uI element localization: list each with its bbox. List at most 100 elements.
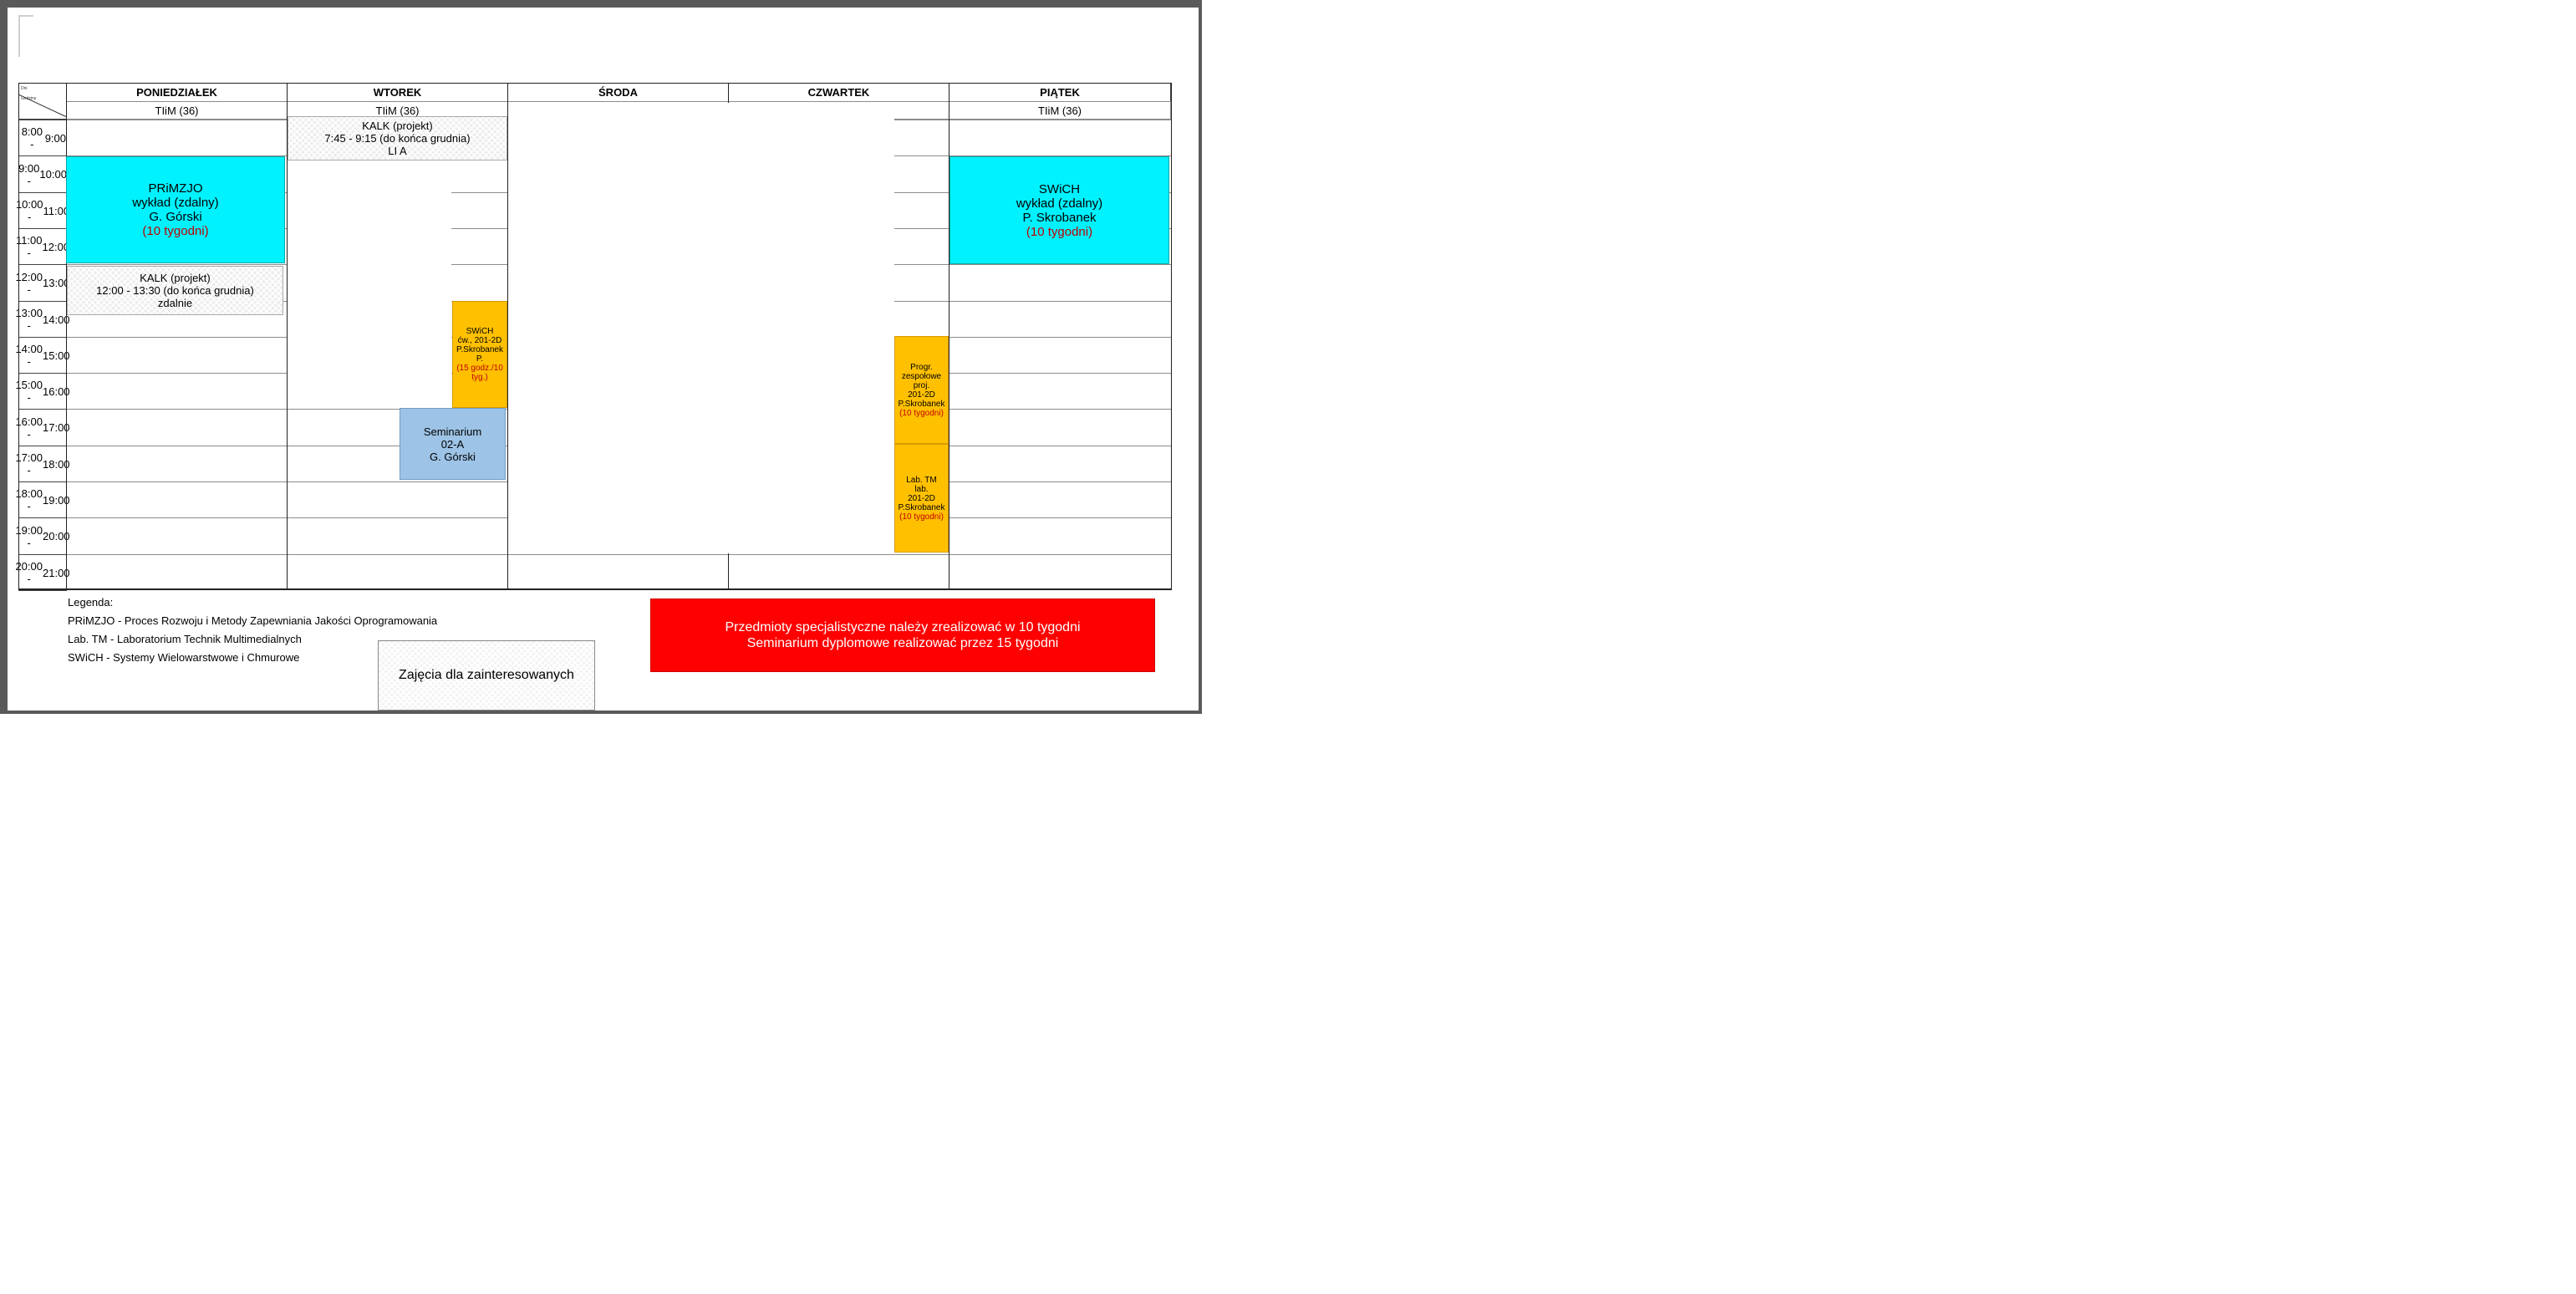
event-swich-lecture[interactable]: SWiCH wykład (zdalny) P. Skrobanek (10 t… — [949, 156, 1169, 264]
group-label-monday: TIiM (36) — [66, 101, 288, 120]
event-duration: (10 tygodni) — [1026, 224, 1093, 239]
event-title: Lab. TM — [906, 475, 937, 485]
event-type: lab. — [914, 484, 929, 494]
event-duration: (10 tygodni) — [899, 408, 944, 418]
event-teacher: G. Górski — [149, 210, 202, 224]
frame-top — [18, 83, 1172, 84]
frame-right — [1171, 83, 1172, 590]
time-slot-text: 14:00 - — [15, 343, 43, 368]
event-title: SWiCH — [466, 327, 494, 336]
event-room: zdalnie — [157, 297, 193, 309]
event-duration: (10 tygodni) — [142, 224, 209, 238]
time-slot-text: 12:00 - — [15, 270, 43, 296]
legend-interest-box: Zajęcia dla zainteresowanych — [378, 640, 595, 711]
time-slot-label: 14:00 -15:00 — [15, 337, 70, 374]
event-duration-cont: tyg.) — [471, 373, 488, 382]
event-room: 201-2D — [908, 493, 935, 503]
event-title-cont: zespołowe — [901, 371, 942, 381]
day-header-thursday: CZWARTEK — [728, 83, 949, 102]
event-teacher: P. Skrobanek — [1022, 210, 1097, 225]
time-slot-label: 20:00 -21:00 — [15, 554, 70, 591]
time-slot-text: 19:00 - — [15, 523, 43, 549]
time-slot-text-end: 9:00 — [44, 131, 66, 145]
event-type: wykład (zdalny) — [132, 196, 219, 210]
legend-item-swich: SWiCH - Systemy Wielowarstwowe i Chmurow… — [68, 651, 300, 664]
viewer-left-border — [0, 0, 8, 714]
event-duration: (10 tygodni) — [899, 512, 944, 522]
notice-box: Przedmioty specjalistyczne należy zreali… — [650, 599, 1155, 672]
time-slot-text: 11:00 - — [15, 234, 43, 259]
viewer-right-border — [1199, 0, 1202, 714]
time-slot-label: 8:00 -9:00 — [18, 120, 67, 156]
time-slot-label: 11:00 -12:00 — [15, 228, 69, 265]
event-room: LI A — [388, 145, 407, 157]
blank-area-wednesday — [508, 103, 894, 553]
corner-hours-label: Godziny — [21, 96, 37, 101]
event-primzjo-lecture[interactable]: PRiMZJO wykład (zdalny) G. Górski (10 ty… — [66, 156, 285, 263]
corner-header: Dni Godziny — [18, 83, 67, 120]
time-slot-text: 16:00 - — [15, 415, 43, 441]
corner-days-label: Dni — [21, 86, 28, 91]
page-margin-mark-horizontal — [18, 15, 33, 17]
day-header-friday: PIĄTEK — [949, 83, 1171, 102]
event-room: ćw., 201-2D — [457, 336, 502, 345]
event-title: PRiMZJO — [148, 181, 203, 196]
event-time: 7:45 - 9:15 (do końca grudnia) — [324, 132, 471, 145]
time-slot-text: 8:00 - — [21, 125, 43, 150]
blank-area-tuesday — [288, 160, 451, 408]
event-seminar[interactable]: Seminarium 02-A G. Górski — [400, 408, 506, 480]
time-slot-text: 10:00 - — [15, 198, 43, 223]
event-type: proj. — [913, 380, 930, 390]
event-team-programming[interactable]: Progr. zespołowe proj. 201-2D P.Skrobane… — [894, 336, 949, 444]
event-time: 12:00 - 13:30 (do końca grudnia) — [96, 284, 254, 297]
time-slot-text: 15:00 - — [15, 379, 43, 404]
event-room: 02-A — [440, 437, 465, 451]
day-header-monday: PONIEDZIAŁEK — [66, 83, 288, 102]
day-header-tuesday: WTOREK — [287, 83, 508, 102]
event-title: Seminarium — [423, 425, 482, 438]
notice-line-2: Seminarium dyplomowe realizować przez 15… — [746, 636, 1059, 650]
grid-row-line — [67, 554, 1171, 555]
event-swich-exercise[interactable]: SWiCH ćw., 201-2D P.Skrobanek P. (15 god… — [452, 301, 507, 408]
legend-item-labtm: Lab. TM - Laboratorium Technik Multimedi… — [68, 633, 302, 645]
page-margin-mark — [18, 15, 20, 57]
event-type: wykład (zdalny) — [1016, 196, 1103, 211]
notice-line-1: Przedmioty specjalistyczne należy zreali… — [725, 620, 1081, 634]
time-slot-text: 20:00 - — [15, 560, 43, 585]
time-slot-text-end: 10:00 — [39, 168, 67, 181]
viewer-top-border — [0, 0, 1200, 8]
event-room: 201-2D — [908, 390, 935, 400]
event-title: SWiCH — [1038, 181, 1081, 196]
event-title: KALK (projekt) — [140, 272, 211, 284]
event-teacher: P.Skrobanek — [898, 399, 945, 409]
viewer-bottom-border — [0, 711, 1202, 714]
event-teacher: G. Górski — [430, 450, 476, 463]
time-slot-label: 18:00 -19:00 — [15, 481, 70, 518]
event-teacher: P.Skrobanek — [456, 345, 503, 354]
time-slot-text: 9:00 - — [18, 161, 40, 187]
day-header-wednesday: ŚRODA — [507, 83, 729, 102]
frame-bottom — [18, 588, 1172, 590]
time-slot-text: 18:00 - — [15, 487, 43, 512]
time-slot-label: 9:00 -10:00 — [18, 155, 67, 193]
time-slot-label: 10:00 -11:00 — [15, 192, 69, 229]
time-slot-label: 12:00 -13:00 — [15, 264, 70, 302]
event-title: Progr. — [910, 362, 933, 372]
event-title: KALK (projekt) — [362, 120, 433, 132]
event-kalk-tuesday[interactable]: KALK (projekt) 7:45 - 9:15 (do końca gru… — [288, 116, 507, 160]
time-slot-label: 19:00 -20:00 — [15, 517, 70, 555]
time-slot-label: 17:00 -18:00 — [15, 446, 70, 482]
time-slot-text: 13:00 - — [15, 307, 43, 332]
event-lab-tm[interactable]: Lab. TM lab. 201-2D P.Skrobanek (10 tygo… — [894, 444, 949, 553]
legend-title: Legenda: — [68, 596, 114, 609]
event-teacher-extra: P. — [476, 354, 484, 364]
time-slot-label: 15:00 -16:00 — [15, 373, 70, 410]
legend-item-primzjo: PRiMZJO - Proces Rozwoju i Metody Zapewn… — [68, 614, 438, 627]
event-kalk-monday[interactable]: KALK (projekt) 12:00 - 13:30 (do końca g… — [67, 266, 283, 315]
event-duration: (15 godz./10 — [456, 364, 503, 373]
time-slot-label: 16:00 -17:00 — [15, 409, 70, 446]
time-slot-text: 17:00 - — [15, 451, 43, 476]
frame-left — [18, 83, 19, 590]
group-label-friday: TIiM (36) — [949, 101, 1171, 120]
time-slot-label: 13:00 -14:00 — [15, 301, 70, 338]
